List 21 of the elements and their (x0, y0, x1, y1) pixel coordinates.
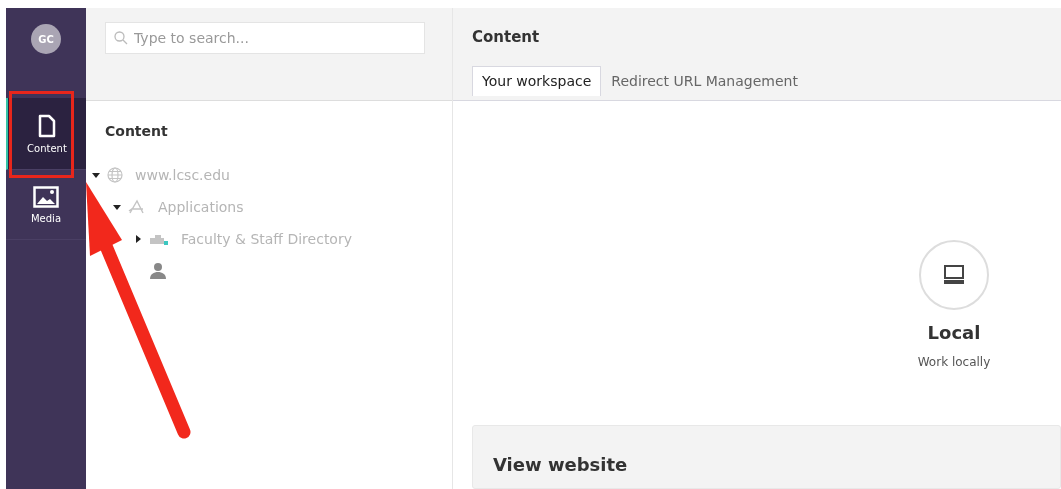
card-title: View website (493, 454, 628, 475)
computer-icon (943, 265, 965, 285)
tab[interactable]: Redirect URL Management (601, 66, 808, 96)
building-icon (149, 232, 169, 246)
tree-title: Content (105, 123, 169, 139)
workspace-name: Local (927, 322, 981, 343)
caret-icon[interactable] (133, 234, 143, 244)
caret-icon[interactable] (112, 202, 122, 212)
section-item[interactable]: Media (6, 170, 86, 240)
workspace-button[interactable] (919, 240, 989, 310)
person-icon (149, 262, 167, 280)
page-title: Content (472, 28, 540, 46)
tab[interactable]: Your workspace (472, 66, 602, 96)
app-icon (128, 199, 146, 215)
globe-icon (107, 167, 123, 183)
section-item[interactable]: Content (6, 98, 86, 170)
workspace-description: Work locally (917, 355, 991, 369)
document-icon (38, 113, 56, 138)
caret-icon[interactable] (91, 170, 101, 180)
search-field[interactable]: Type to search... (105, 22, 425, 54)
image-icon (33, 185, 59, 208)
